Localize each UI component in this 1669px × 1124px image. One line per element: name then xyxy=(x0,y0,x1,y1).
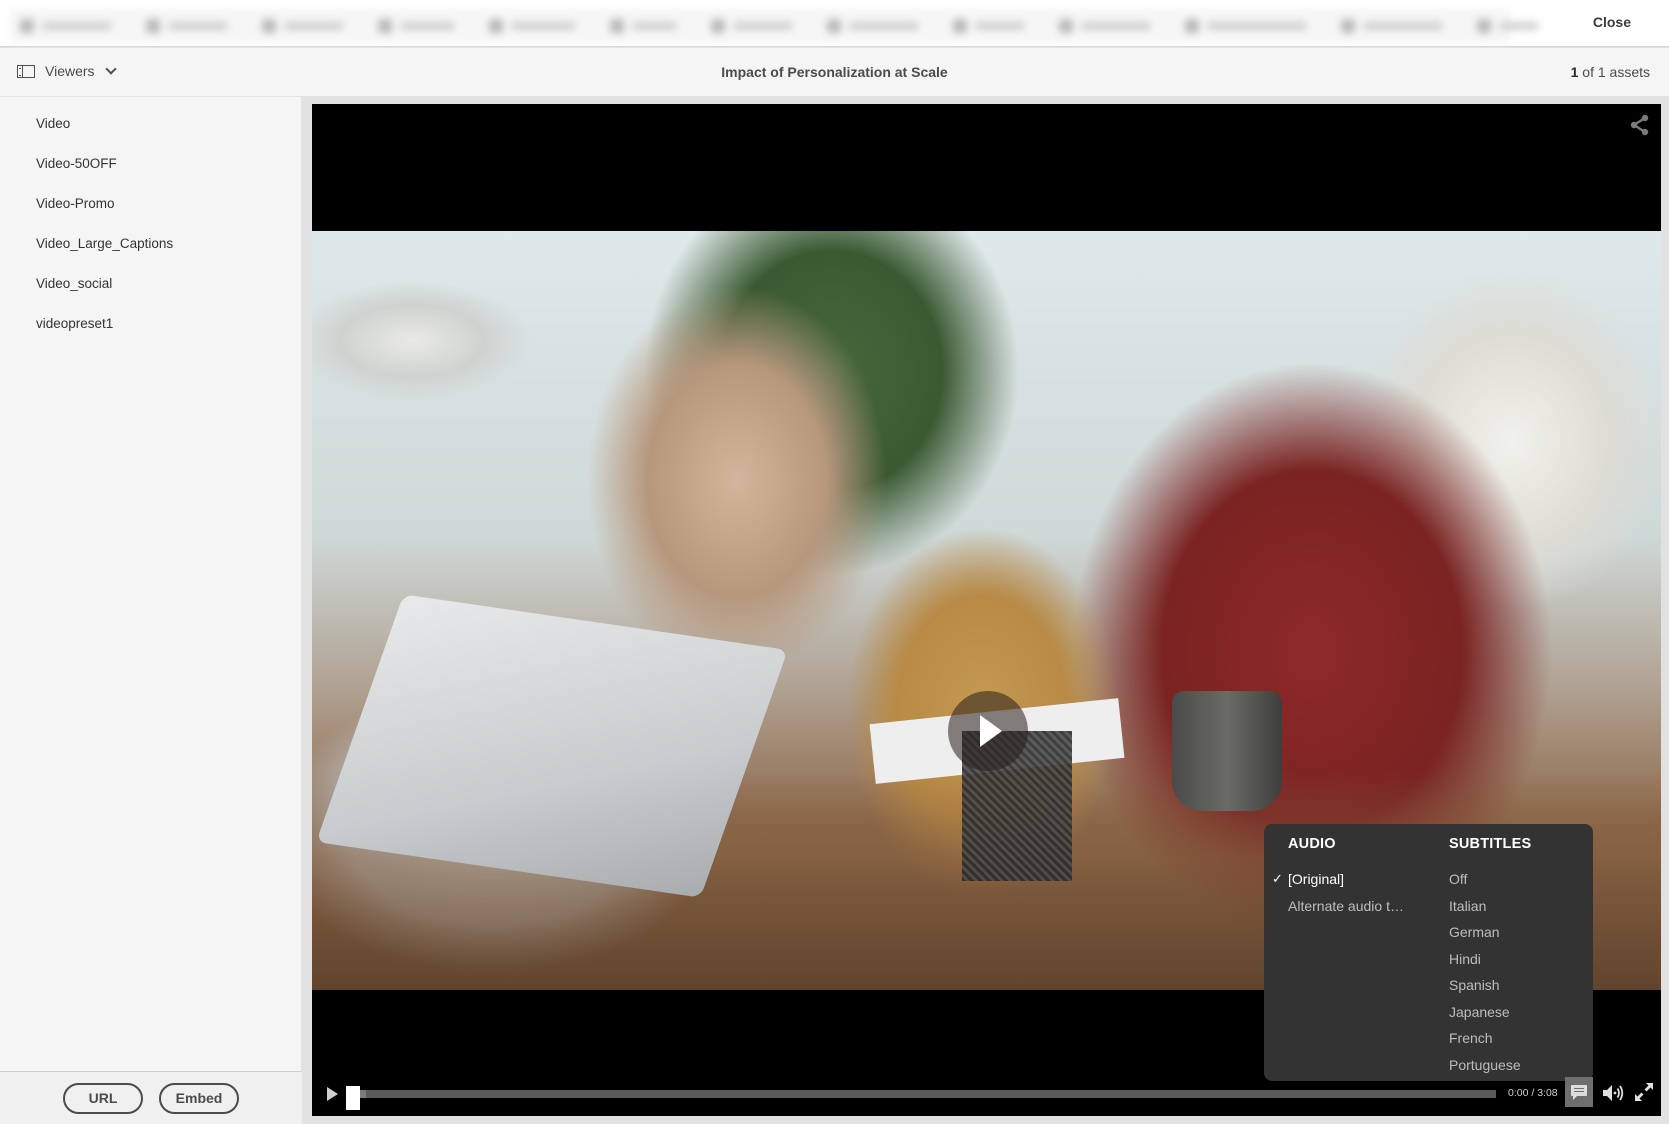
asset-count-text: of 1 assets xyxy=(1578,64,1650,80)
audio-option[interactable]: Alternate audio t… xyxy=(1288,893,1404,920)
blurred-toolbar-item xyxy=(701,9,803,43)
audio-option-label: [Original] xyxy=(1288,871,1345,887)
blurred-icon xyxy=(827,19,841,33)
preset-item[interactable]: Video_social xyxy=(0,264,301,304)
blurred-toolbar-item xyxy=(252,9,354,43)
blurred-toolbar-item xyxy=(10,9,122,43)
player-controls: 0:00 / 3:08 xyxy=(312,1072,1661,1116)
blurred-label xyxy=(1363,22,1443,30)
subtitle-option[interactable]: French xyxy=(1449,1025,1521,1052)
blurred-toolbar-actions xyxy=(10,9,1539,43)
preset-item[interactable]: Video_Large_Captions xyxy=(0,224,301,264)
blurred-icon xyxy=(953,19,967,33)
preset-item[interactable]: Video-50OFF xyxy=(0,144,301,184)
blurred-icon xyxy=(1341,19,1355,33)
blurred-icon xyxy=(378,19,392,33)
blurred-label xyxy=(975,22,1025,30)
seek-thumb[interactable] xyxy=(346,1086,360,1110)
blurred-toolbar-item xyxy=(136,9,238,43)
blurred-icon xyxy=(1185,19,1199,33)
blurred-icon xyxy=(711,19,725,33)
blurred-toolbar-item xyxy=(1467,9,1549,43)
audio-options: ✓ [Original] Alternate audio t… xyxy=(1272,866,1404,920)
blurred-label xyxy=(632,22,677,30)
player-stage: AUDIO ✓ [Original] Alternate audio t… SUBT… xyxy=(302,96,1669,1124)
big-play-button[interactable] xyxy=(948,691,1028,771)
viewer-presets-sidebar: Video Video-50OFF Video-Promo Video_Large_C… xyxy=(0,96,302,1124)
preset-list: Video Video-50OFF Video-Promo Video_Large_C… xyxy=(0,97,301,344)
blurred-icon xyxy=(610,19,624,33)
seek-bar[interactable] xyxy=(346,1086,1496,1110)
subtitle-option[interactable]: Japanese xyxy=(1449,999,1521,1026)
blurred-toolbar-item xyxy=(1331,9,1453,43)
subtitle-option[interactable]: Off xyxy=(1449,866,1521,893)
blurred-icon xyxy=(489,19,503,33)
video-player[interactable]: AUDIO ✓ [Original] Alternate audio t… SUBT… xyxy=(312,104,1661,1116)
audio-option[interactable]: ✓ [Original] xyxy=(1272,866,1404,893)
subtitles-heading: SUBTITLES xyxy=(1449,836,1532,852)
video-scene-mug xyxy=(1172,691,1282,811)
fullscreen-icon xyxy=(1635,1083,1653,1101)
blurred-toolbar-item xyxy=(600,9,687,43)
blurred-label xyxy=(42,22,112,30)
preset-item[interactable]: Video xyxy=(0,104,301,144)
fullscreen-button[interactable] xyxy=(1633,1081,1655,1103)
page-title: Impact of Personalization at Scale xyxy=(721,64,948,80)
close-button[interactable]: Close xyxy=(1593,14,1631,30)
embed-button[interactable]: Embed xyxy=(159,1082,239,1114)
blurred-toolbar-item xyxy=(943,9,1035,43)
volume-button[interactable] xyxy=(1601,1082,1625,1104)
audio-subtitles-menu: AUDIO ✓ [Original] Alternate audio t… SUBT… xyxy=(1264,824,1593,1081)
subtitle-option[interactable]: Hindi xyxy=(1449,946,1521,973)
checkmark-icon: ✓ xyxy=(1272,871,1283,886)
captions-audio-button[interactable] xyxy=(1565,1077,1593,1107)
blurred-toolbar-item xyxy=(479,9,586,43)
blurred-label xyxy=(849,22,919,30)
viewer-header: Viewers Impact of Personalization at Sca… xyxy=(0,48,1669,96)
subtitle-option[interactable]: German xyxy=(1449,919,1521,946)
top-toolbar: Close xyxy=(0,0,1669,47)
blurred-label xyxy=(168,22,228,30)
url-button[interactable]: URL xyxy=(63,1082,143,1114)
blurred-toolbar-item xyxy=(1175,9,1317,43)
blurred-label xyxy=(400,22,455,30)
captions-icon xyxy=(1571,1085,1587,1100)
preset-item[interactable]: videopreset1 xyxy=(0,304,301,344)
sidebar-footer: URL Embed xyxy=(0,1071,302,1124)
blurred-toolbar-item xyxy=(817,9,929,43)
asset-counter: 1 of 1 assets xyxy=(1571,64,1650,80)
blurred-label xyxy=(1081,22,1151,30)
blurred-icon xyxy=(1477,19,1491,33)
share-icon[interactable] xyxy=(1629,114,1651,136)
blurred-label xyxy=(1499,22,1539,30)
time-display: 0:00 / 3:08 xyxy=(1508,1087,1558,1099)
volume-icon xyxy=(1603,1085,1624,1101)
audio-option-label: Alternate audio t… xyxy=(1288,897,1404,914)
blurred-icon xyxy=(262,19,276,33)
blurred-label xyxy=(284,22,344,30)
blurred-label xyxy=(511,22,576,30)
blurred-icon xyxy=(20,19,34,33)
blurred-label xyxy=(1207,22,1307,30)
audio-heading: AUDIO xyxy=(1288,836,1336,852)
blurred-icon xyxy=(146,19,160,33)
subtitle-option[interactable]: Italian xyxy=(1449,893,1521,920)
blurred-toolbar-item xyxy=(368,9,465,43)
blurred-label xyxy=(733,22,793,30)
play-button[interactable] xyxy=(324,1085,342,1103)
preset-item[interactable]: Video-Promo xyxy=(0,184,301,224)
subtitle-options: Off Italian German Hindi Spanish Japanese Fren… xyxy=(1449,866,1521,1078)
subtitle-option[interactable]: Spanish xyxy=(1449,972,1521,999)
blurred-toolbar-item xyxy=(1049,9,1161,43)
blurred-icon xyxy=(1059,19,1073,33)
